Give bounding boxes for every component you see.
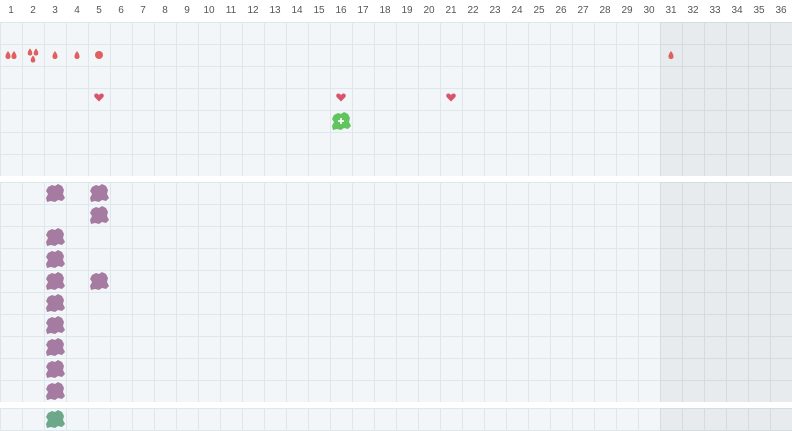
day-label: 30 — [643, 5, 655, 16]
notes-section — [0, 408, 792, 431]
purple-blob-icon[interactable] — [89, 271, 109, 291]
day-label: 12 — [247, 5, 259, 16]
day-label: 2 — [30, 5, 36, 16]
day-label: 32 — [687, 5, 699, 16]
purple-blob-icon[interactable] — [45, 227, 65, 247]
day-label: 34 — [731, 5, 743, 16]
teal-blob-icon[interactable] — [45, 409, 65, 429]
day-label: 3 — [52, 5, 58, 16]
day-label: 31 — [665, 5, 677, 16]
day-label: 27 — [577, 5, 589, 16]
purple-blob-icon[interactable] — [45, 337, 65, 357]
purple-blob-icon[interactable] — [45, 271, 65, 291]
day-label: 17 — [357, 5, 369, 16]
day-label: 20 — [423, 5, 435, 16]
future-shade — [660, 22, 792, 176]
dot-icon[interactable] — [94, 50, 104, 60]
heart-icon[interactable] — [446, 93, 456, 102]
purple-blob-icon[interactable] — [89, 205, 109, 225]
double-drop-icon[interactable] — [4, 50, 18, 60]
day-label: 22 — [467, 5, 479, 16]
day-label: 15 — [313, 5, 325, 16]
day-label: 35 — [753, 5, 765, 16]
day-header: 1 2 3 4 5 6 7 8 9 10 11 12 13 14 15 16 17 18 19 20 21 22 23 24 2… — [0, 0, 792, 22]
day-label: 5 — [96, 5, 102, 16]
day-label: 13 — [269, 5, 281, 16]
day-label: 1 — [8, 5, 14, 16]
triple-drop-icon[interactable] — [26, 48, 40, 64]
day-label: 10 — [203, 5, 215, 16]
day-label: 8 — [162, 5, 168, 16]
day-label: 7 — [140, 5, 146, 16]
purple-blob-icon[interactable] — [45, 381, 65, 401]
day-label: 19 — [401, 5, 413, 16]
purple-blob-icon[interactable] — [89, 183, 109, 203]
day-label: 23 — [489, 5, 501, 16]
future-shade — [660, 408, 792, 431]
day-label: 6 — [118, 5, 124, 16]
drop-icon[interactable] — [667, 50, 675, 60]
symptoms-section — [0, 22, 792, 176]
purple-blob-icon[interactable] — [45, 293, 65, 313]
green-plus-blob-icon[interactable] — [331, 111, 351, 131]
day-label: 25 — [533, 5, 545, 16]
day-label: 9 — [184, 5, 190, 16]
day-label: 16 — [335, 5, 347, 16]
day-label: 21 — [445, 5, 457, 16]
day-label: 14 — [291, 5, 303, 16]
day-label: 18 — [379, 5, 391, 16]
day-label: 29 — [621, 5, 633, 16]
cycle-calendar: 1 2 3 4 5 6 7 8 9 10 11 12 13 14 15 16 17 18 19 20 21 22 23 24 2… — [0, 0, 792, 431]
purple-blob-icon[interactable] — [45, 183, 65, 203]
activity-section — [0, 182, 792, 402]
day-label: 33 — [709, 5, 721, 16]
day-label: 36 — [775, 5, 787, 16]
future-shade — [660, 182, 792, 402]
purple-blob-icon[interactable] — [45, 249, 65, 269]
heart-icon[interactable] — [94, 93, 104, 102]
drop-icon[interactable] — [51, 50, 59, 60]
day-label: 11 — [225, 5, 237, 16]
drop-icon[interactable] — [73, 50, 81, 60]
day-label: 24 — [511, 5, 523, 16]
day-label: 26 — [555, 5, 567, 16]
day-label: 28 — [599, 5, 611, 16]
day-label: 4 — [74, 5, 80, 16]
purple-blob-icon[interactable] — [45, 359, 65, 379]
purple-blob-icon[interactable] — [45, 315, 65, 335]
heart-icon[interactable] — [336, 93, 346, 102]
